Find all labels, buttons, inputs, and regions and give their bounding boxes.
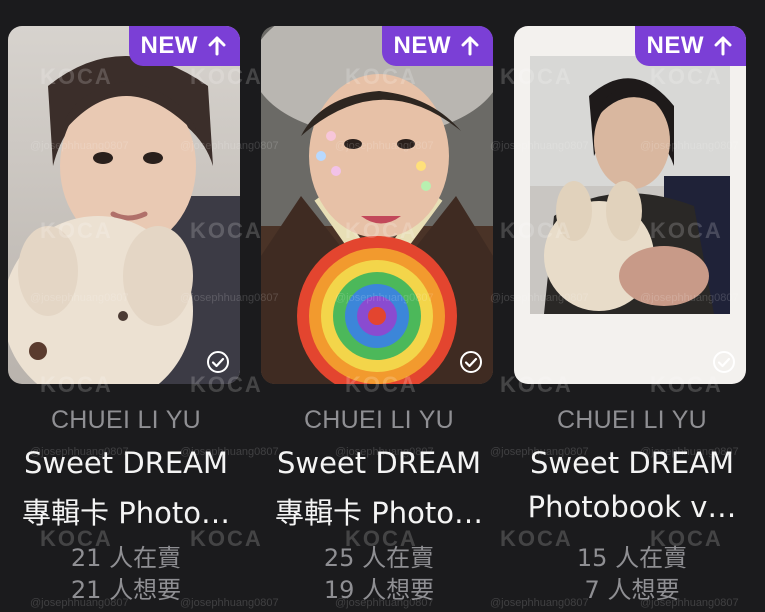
new-badge: NEW [128,26,240,66]
selling-count: 15 人在賣 [576,544,688,572]
arrow-up-icon [714,36,732,56]
card-title-line2[interactable]: Photobook v… [512,490,752,524]
wanting-count: 19 人想要 [323,576,435,604]
photocard-item[interactable]: NEW CHUEI LI YU Sweet DREAM 專輯卡 Photo… 2… [6,26,246,612]
selling-count: 25 人在賣 [323,544,435,572]
photocard-image[interactable]: NEW [8,26,240,384]
arrow-up-icon [461,36,479,56]
wanting-count: 7 人想要 [584,576,680,604]
artist-name: CHUEI LI YU [50,406,202,434]
new-badge: NEW [634,26,746,66]
selling-count: 21 人在賣 [70,544,182,572]
check-circle-icon[interactable] [459,350,483,374]
check-circle-icon[interactable] [712,350,736,374]
photo-illustration [514,26,746,384]
artist-name: CHUEI LI YU [303,406,455,434]
card-title[interactable]: Sweet DREAM [259,446,499,480]
photocard-item[interactable]: NEW CHUEI LI YU Sweet DREAM 專輯卡 Photo… 2… [259,26,499,612]
new-badge-label: NEW [646,32,704,59]
photocard-image[interactable]: NEW [514,26,746,384]
new-badge: NEW [381,26,493,66]
new-badge-label: NEW [140,32,198,59]
photocard-grid: NEW CHUEI LI YU Sweet DREAM 專輯卡 Photo… 2… [0,0,765,612]
photo-illustration [261,26,493,384]
photo-illustration [8,26,240,384]
photocard-image[interactable]: NEW [261,26,493,384]
new-badge-label: NEW [393,32,451,59]
artist-name: CHUEI LI YU [556,406,708,434]
card-title-line2[interactable]: 專輯卡 Photo… [6,490,246,532]
photocard-item[interactable]: NEW CHUEI LI YU Sweet DREAM Photobook v…… [512,26,752,612]
wanting-count: 21 人想要 [70,576,182,604]
card-title[interactable]: Sweet DREAM [512,446,752,480]
check-circle-icon[interactable] [206,350,230,374]
card-title-line2[interactable]: 專輯卡 Photo… [259,490,499,532]
arrow-up-icon [208,36,226,56]
card-title[interactable]: Sweet DREAM [6,446,246,480]
